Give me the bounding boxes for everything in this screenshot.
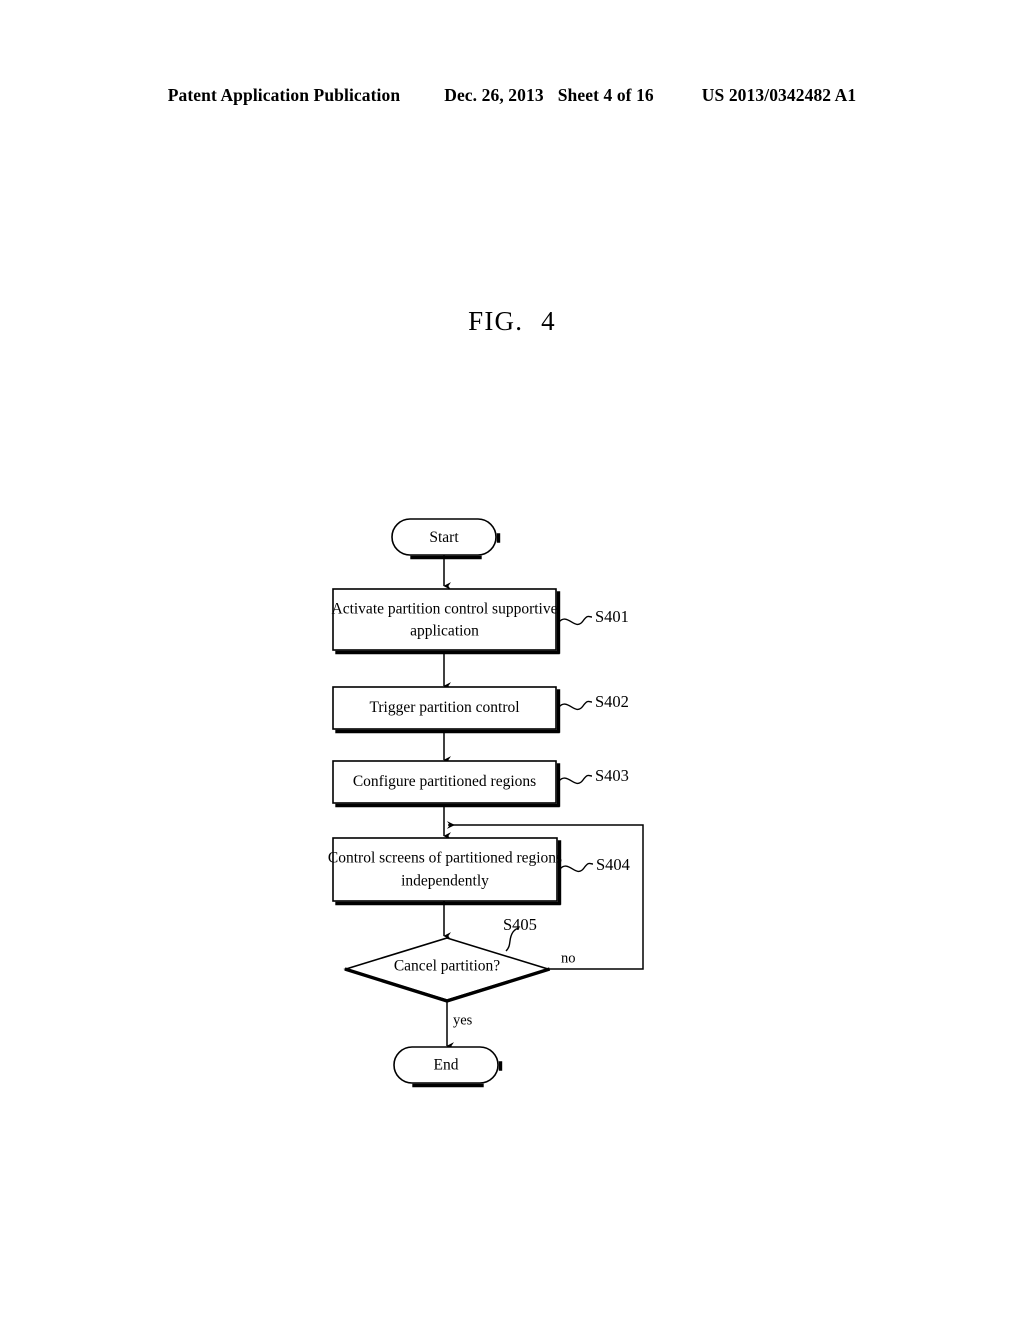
flow-node-s401: Activate partition control supportive ap… <box>332 588 561 655</box>
header-patent-number: US 2013/0342482 A1 <box>701 85 857 105</box>
header-sheet-number: Sheet 4 of 16 <box>557 85 654 105</box>
leader-line-s401 <box>558 615 593 626</box>
connector-no-feedback-loop <box>447 821 644 970</box>
flow-node-s403-label: Configure partitioned regions <box>353 773 536 790</box>
flow-node-end: End <box>393 1046 503 1088</box>
figure-number: 4 <box>541 306 556 336</box>
header-publication-title: Patent Application Publication <box>167 85 401 105</box>
flow-node-end-label: End <box>434 1057 459 1074</box>
figure-label: FIG. <box>468 306 524 336</box>
flow-node-s405-label: Cancel partition? <box>394 958 500 975</box>
header-publication-date: Dec. 26, 2013 <box>444 85 544 105</box>
flow-node-start: Start <box>391 518 501 560</box>
page-header: Patent Application Publication Dec. 26, … <box>0 85 1024 106</box>
branch-label-no: no <box>561 950 576 966</box>
flow-node-s403: Configure partitioned regions <box>332 760 561 808</box>
leader-line-s404 <box>559 862 594 873</box>
flow-node-s404-label-line2: independently <box>401 873 489 890</box>
flow-node-start-label: Start <box>429 529 459 546</box>
figure-title: FIG. 4 <box>0 306 1024 337</box>
leader-line-s403 <box>558 774 593 785</box>
flow-node-s401-label-line2: application <box>410 623 479 640</box>
step-label-s405: S405 <box>503 915 537 934</box>
flow-node-s404: Control screens of partitioned regions i… <box>328 837 562 906</box>
flowchart-diagram: Start Activate partition control support… <box>0 0 1024 1320</box>
flow-node-s405-decision: Cancel partition? <box>343 937 551 1003</box>
leader-line-s402 <box>558 700 593 711</box>
step-label-s401: S401 <box>595 607 629 626</box>
step-label-s403: S403 <box>595 766 629 785</box>
flow-node-s401-label-line1: Activate partition control supportive <box>332 601 558 618</box>
branch-label-yes: yes <box>453 1012 473 1028</box>
leader-line-s405 <box>505 927 520 952</box>
flow-node-s402: Trigger partition control <box>332 686 561 734</box>
flow-node-s404-label-line1: Control screens of partitioned regions <box>328 850 562 867</box>
step-label-s404: S404 <box>596 855 630 874</box>
flow-node-s402-label: Trigger partition control <box>369 699 519 716</box>
step-label-s402: S402 <box>595 692 629 711</box>
